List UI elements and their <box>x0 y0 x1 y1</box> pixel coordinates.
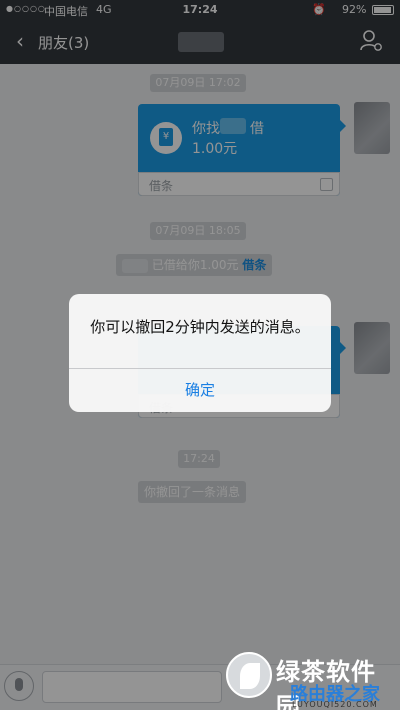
leaf-logo-icon <box>226 652 272 698</box>
watermark: 绿茶软件园 路由器之家 LUYOUQI520.COM <box>226 648 400 710</box>
alert-message: 你可以撤回2分钟内发送的消息。 <box>90 318 310 336</box>
confirm-button[interactable]: 确定 <box>69 369 331 412</box>
watermark-url: LUYOUQI520.COM <box>292 700 378 709</box>
alert-dialog: 你可以撤回2分钟内发送的消息。 确定 <box>69 294 331 412</box>
